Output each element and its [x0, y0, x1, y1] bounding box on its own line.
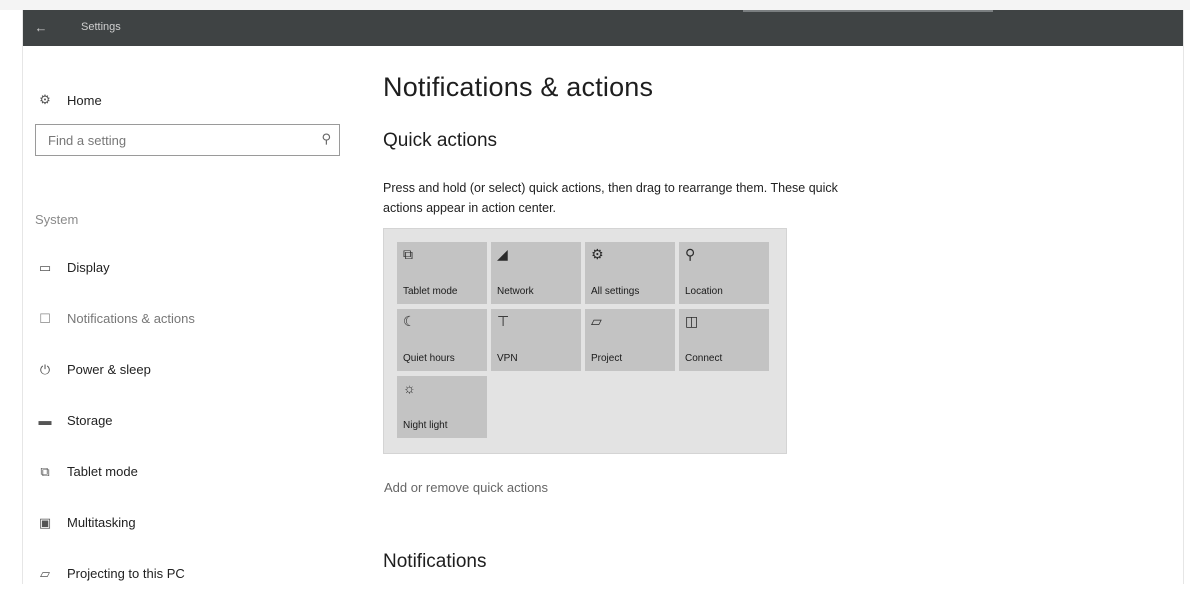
quick-actions-panel: ⧉ Tablet mode ◢ Network ⚙ All settings ⚲…	[383, 228, 787, 454]
quick-action-vpn[interactable]: ⊤ VPN	[491, 309, 581, 371]
sidebar-item-label: Display	[67, 260, 110, 275]
sidebar-item-label: Power & sleep	[67, 362, 151, 377]
main-content: Notifications & actions Quick actions Pr…	[383, 46, 1163, 584]
location-icon: ⚲	[685, 246, 696, 262]
tablet-icon: ⧉	[403, 246, 413, 262]
quick-action-network[interactable]: ◢ Network	[491, 242, 581, 304]
quick-action-location[interactable]: ⚲ Location	[679, 242, 769, 304]
tile-label: All settings	[591, 286, 640, 297]
quick-action-all-settings[interactable]: ⚙ All settings	[585, 242, 675, 304]
sidebar-item-power-sleep[interactable]: ⏻ Power & sleep	[35, 344, 195, 395]
gear-icon: ⚙	[39, 92, 51, 107]
network-icon: ◢	[497, 246, 508, 262]
back-button[interactable]: ←	[29, 18, 53, 38]
window-title: Settings	[81, 21, 121, 33]
search-box: ⚲	[35, 124, 340, 156]
sidebar-item-multitasking[interactable]: ▣ Multitasking	[35, 497, 195, 548]
quick-action-connect[interactable]: ◫ Connect	[679, 309, 769, 371]
top-strip	[0, 0, 1190, 10]
sidebar-item-label: Home	[67, 92, 102, 108]
multitasking-icon: ▣	[38, 514, 52, 530]
notifications-heading: Notifications	[383, 551, 487, 572]
sidebar: ⚙ Home ⚲ System ▭ Display ☐ Notification…	[23, 46, 353, 584]
gear-icon: ⚙	[591, 246, 604, 262]
sidebar-item-tablet-mode[interactable]: ⧉ Tablet mode	[35, 446, 195, 497]
vpn-icon: ⊤	[497, 313, 510, 329]
notifications-icon: ☐	[39, 310, 51, 326]
sidebar-item-projecting[interactable]: ▱ Projecting to this PC	[35, 548, 195, 599]
quick-actions-heading: Quick actions	[383, 130, 498, 151]
brightness-icon: ☼	[403, 380, 416, 396]
monitor-icon: ▭	[38, 259, 52, 275]
sidebar-item-storage[interactable]: ▬ Storage	[35, 395, 195, 446]
tile-label: Network	[497, 286, 534, 297]
sidebar-item-notifications[interactable]: ☐ Notifications & actions	[35, 293, 195, 344]
title-bar-accent	[743, 10, 993, 12]
sidebar-item-home[interactable]: ⚙ Home	[35, 90, 102, 110]
settings-window: ← Settings ⚙ Home ⚲ System ▭ Display ☐ N…	[22, 10, 1184, 584]
quick-actions-description: Press and hold (or select) quick actions…	[383, 181, 838, 215]
sidebar-item-display[interactable]: ▭ Display	[35, 242, 195, 293]
quick-action-quiet-hours[interactable]: ☾ Quiet hours	[397, 309, 487, 371]
tile-label: Connect	[685, 353, 723, 364]
tile-label: Location	[685, 286, 723, 297]
tile-label: Night light	[403, 420, 448, 431]
back-arrow-icon: ←	[34, 20, 48, 35]
tile-label: Project	[591, 353, 623, 364]
search-input[interactable]	[36, 125, 318, 155]
sidebar-item-label: Storage	[67, 413, 113, 428]
connect-icon: ◫	[685, 313, 699, 329]
projecting-icon: ▱	[40, 565, 50, 581]
sidebar-item-label: Projecting to this PC	[67, 566, 185, 581]
tile-label: Quiet hours	[403, 353, 455, 364]
quick-action-tablet-mode[interactable]: ⧉ Tablet mode	[397, 242, 487, 304]
sidebar-nav-list: ▭ Display ☐ Notifications & actions ⏻ Po…	[35, 242, 195, 599]
sidebar-item-label: Multitasking	[67, 515, 136, 530]
sidebar-item-label: Tablet mode	[67, 464, 138, 479]
moon-icon: ☾	[403, 313, 416, 329]
page-title: Notifications & actions	[383, 72, 654, 102]
quick-action-night-light[interactable]: ☼ Night light	[397, 376, 487, 438]
search-icon[interactable]: ⚲	[321, 131, 331, 147]
quick-action-project[interactable]: ▱ Project	[585, 309, 675, 371]
title-bar: ← Settings	[23, 10, 1183, 46]
tile-label: Tablet mode	[403, 286, 458, 297]
add-remove-quick-actions-link[interactable]: Add or remove quick actions	[384, 480, 548, 495]
tablet-icon: ⧉	[40, 463, 50, 479]
power-icon: ⏻	[39, 361, 51, 377]
sidebar-item-label: Notifications & actions	[67, 311, 195, 326]
tile-label: VPN	[497, 353, 518, 364]
storage-icon: ▬	[38, 413, 52, 428]
section-label-system: System	[35, 212, 79, 227]
project-icon: ▱	[591, 313, 602, 329]
